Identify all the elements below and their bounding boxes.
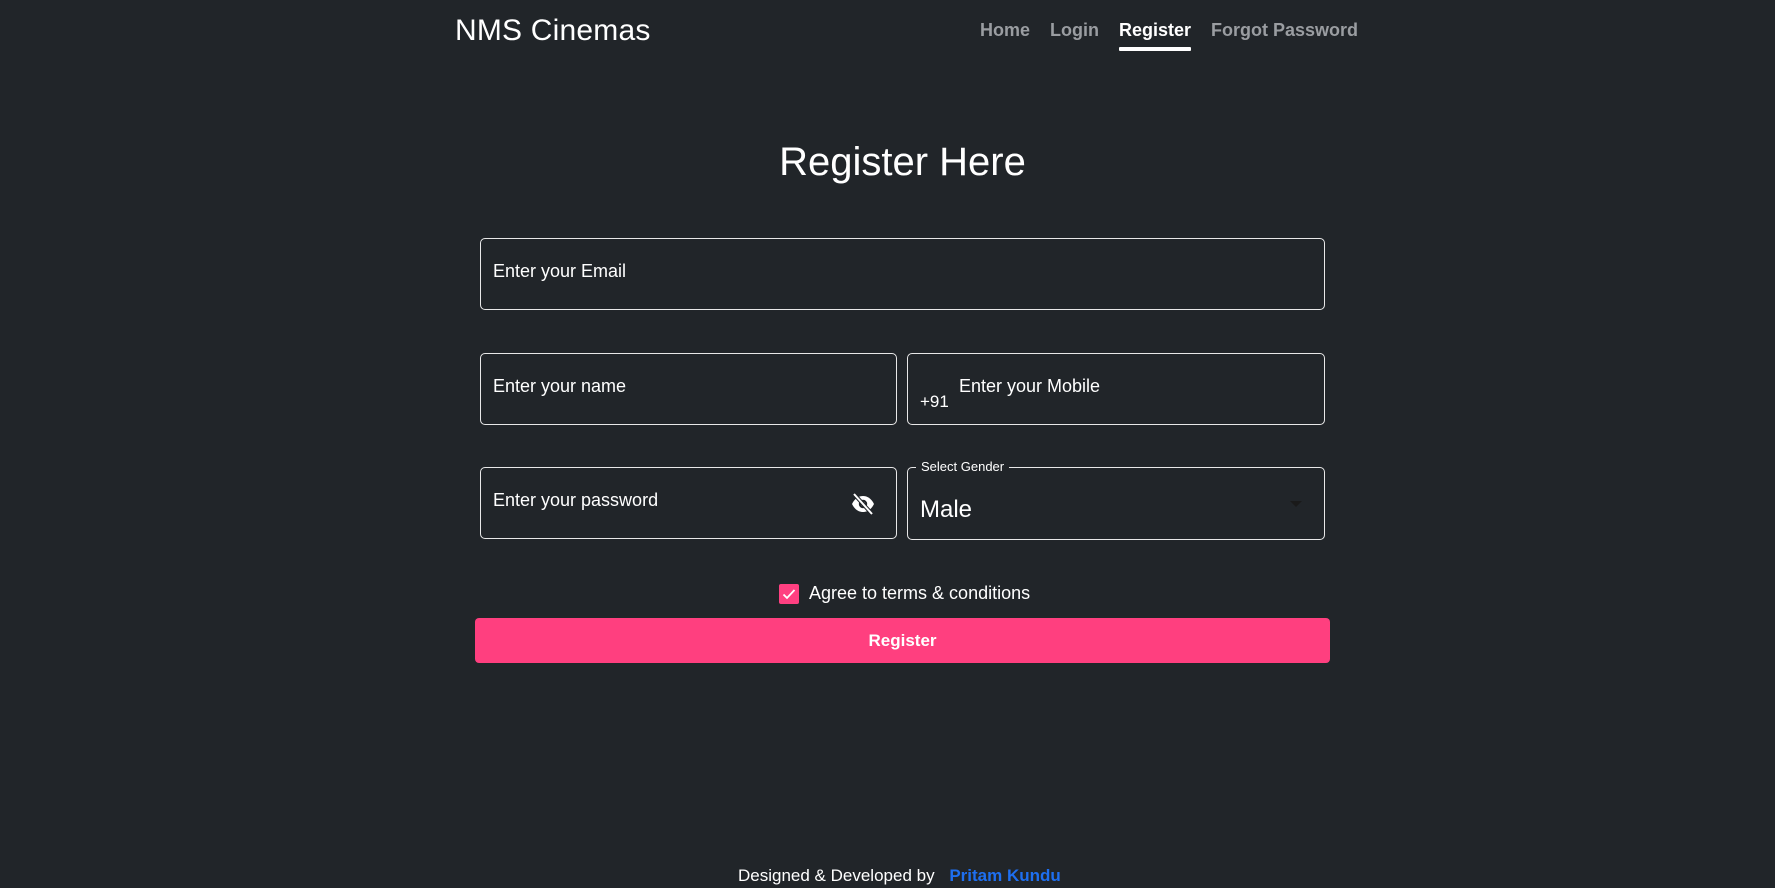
top-navbar: NMS Cinemas Home Login Register Forgot P… xyxy=(0,0,1775,64)
mobile-placeholder: Enter your Mobile xyxy=(959,376,1101,396)
nav-forgot-password[interactable]: Forgot Password xyxy=(1211,20,1358,51)
password-field[interactable]: Enter your password xyxy=(480,467,897,539)
chevron-down-icon[interactable] xyxy=(1290,501,1302,507)
footer-text: Designed & Developed by xyxy=(738,866,935,885)
nav-home[interactable]: Home xyxy=(980,20,1030,51)
gender-select[interactable]: Select Gender Male xyxy=(907,459,1325,540)
page-title: Register Here xyxy=(779,140,1026,184)
eye-slash-icon[interactable] xyxy=(850,492,876,516)
footer-author-link[interactable]: Pritam Kundu xyxy=(949,866,1060,885)
check-icon xyxy=(782,588,796,599)
country-code-prefix: +91 xyxy=(920,392,949,411)
email-placeholder: Enter your Email xyxy=(493,261,627,281)
terms-agreement: Agree to terms & conditions xyxy=(779,583,1030,604)
terms-checkbox[interactable] xyxy=(779,583,799,604)
brand-logo[interactable]: NMS Cinemas xyxy=(455,14,651,48)
footer: Designed & Developed by Pritam Kundu xyxy=(738,866,1061,886)
email-field[interactable]: Enter your Email xyxy=(480,238,1325,310)
register-button[interactable]: Register xyxy=(475,618,1330,663)
terms-label[interactable]: Agree to terms & conditions xyxy=(809,583,1030,604)
gender-value: Male xyxy=(920,496,973,523)
gender-label: Select Gender xyxy=(916,459,1010,474)
mobile-field[interactable]: +91 Enter your Mobile xyxy=(907,353,1325,425)
name-placeholder: Enter your name xyxy=(493,376,627,396)
password-placeholder: Enter your password xyxy=(493,490,659,510)
nav-links: Home Login Register Forgot Password xyxy=(980,20,1358,51)
nav-register[interactable]: Register xyxy=(1119,20,1192,51)
nav-login[interactable]: Login xyxy=(1050,20,1099,51)
name-field[interactable]: Enter your name xyxy=(480,353,897,425)
